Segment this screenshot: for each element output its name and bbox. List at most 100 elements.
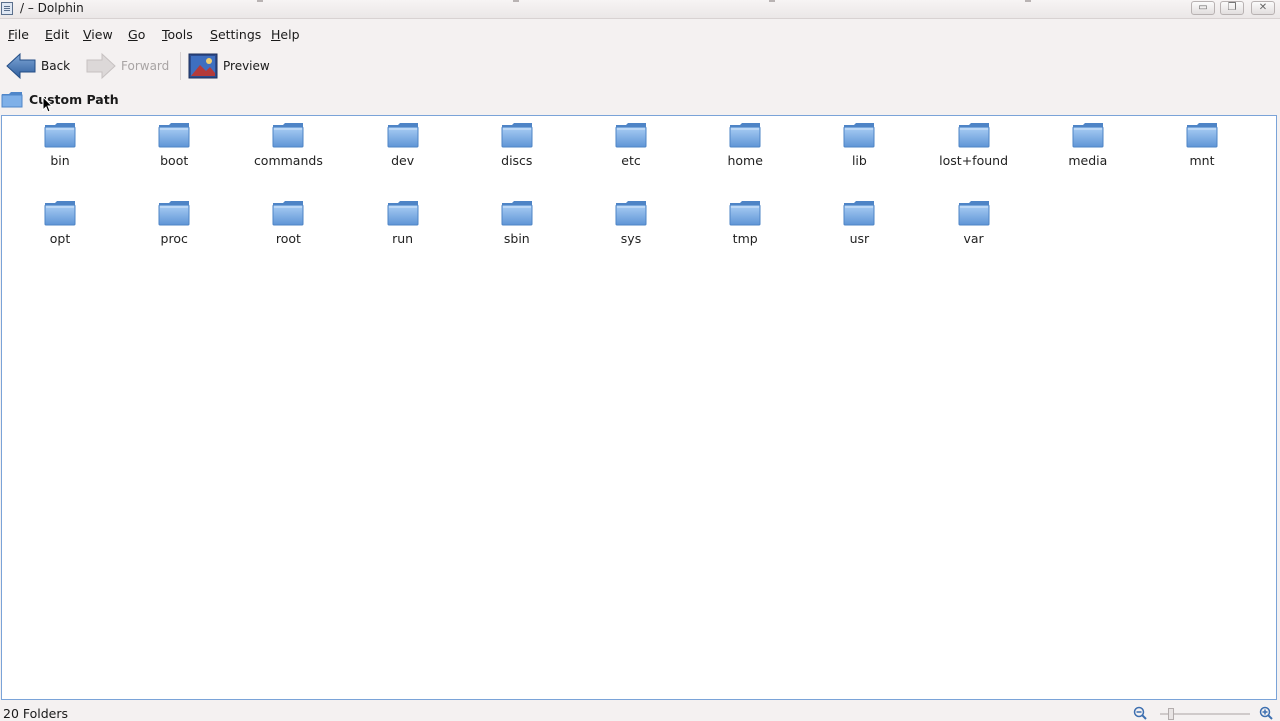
menu-go[interactable]: Go xyxy=(128,27,145,42)
menu-edit[interactable]: Edit xyxy=(45,27,69,42)
menu-file[interactable]: File xyxy=(8,27,29,42)
folder-icon xyxy=(501,123,533,148)
folder-name: var xyxy=(963,231,984,246)
preview-button[interactable]: Preview xyxy=(188,48,270,84)
folder-item[interactable]: media xyxy=(1032,121,1144,168)
folder-name: home xyxy=(727,153,763,168)
folder-icon xyxy=(44,123,76,148)
zoom-out-icon[interactable] xyxy=(1133,706,1147,720)
folder-icon xyxy=(729,123,761,148)
back-label: Back xyxy=(41,59,71,73)
titlebar-grip xyxy=(1025,0,1031,2)
location-bar[interactable]: Custom Path xyxy=(0,88,1280,112)
maximize-button[interactable]: ❐ xyxy=(1220,1,1244,15)
folder-icon xyxy=(272,123,304,148)
folder-item[interactable]: home xyxy=(689,121,801,168)
folder-name: lib xyxy=(851,153,867,168)
menu-tools[interactable]: Tools xyxy=(162,27,193,42)
preview-icon xyxy=(188,53,218,79)
arrow-left-icon xyxy=(6,52,36,80)
titlebar-grip xyxy=(769,0,775,2)
titlebar-grip xyxy=(513,0,519,2)
toolbar-separator xyxy=(180,52,181,80)
folder-name: commands xyxy=(253,153,323,168)
forward-button[interactable]: Forward xyxy=(85,48,169,84)
folder-item[interactable]: opt xyxy=(4,199,116,246)
folder-item[interactable]: lib xyxy=(803,121,915,168)
folder-name: dev xyxy=(391,153,415,168)
folder-icon xyxy=(958,123,990,148)
status-bar: 20 Folders xyxy=(0,702,1280,721)
menu-mnemonic: V xyxy=(83,27,92,42)
folder-item[interactable]: discs xyxy=(461,121,573,168)
folder-name: root xyxy=(275,231,301,246)
menu-mnemonic: E xyxy=(45,27,53,42)
folder-icon xyxy=(272,201,304,226)
folder-icon xyxy=(501,201,533,226)
folder-item[interactable]: var xyxy=(918,199,1030,246)
folder-item[interactable]: boot xyxy=(118,121,230,168)
folder-item[interactable]: sys xyxy=(575,199,687,246)
folder-icon xyxy=(1186,123,1218,148)
menu-mnemonic: T xyxy=(162,27,168,42)
folder-icon xyxy=(387,123,419,148)
folder-item[interactable]: usr xyxy=(803,199,915,246)
file-view[interactable]: bin boot commands dev discs etc home lib lost+fo… xyxy=(1,115,1277,700)
dolphin-app-icon[interactable] xyxy=(1,2,13,15)
mouse-cursor-icon xyxy=(42,96,54,113)
status-text: 20 Folders xyxy=(3,706,69,721)
folder-name: usr xyxy=(849,231,870,246)
folder-icon xyxy=(615,201,647,226)
folder-name: mnt xyxy=(1189,153,1215,168)
folder-item[interactable]: bin xyxy=(4,121,116,168)
folder-item[interactable]: commands xyxy=(232,121,344,168)
menu-mnemonic: F xyxy=(8,27,15,42)
folder-name: tmp xyxy=(732,231,758,246)
main-toolbar: Back Forward Preview xyxy=(0,48,1280,84)
zoom-slider-handle[interactable] xyxy=(1168,708,1174,720)
folder-name: run xyxy=(392,231,414,246)
folder-icon xyxy=(843,123,875,148)
menu-view[interactable]: View xyxy=(83,27,113,42)
folder-name: sbin xyxy=(503,231,530,246)
close-icon: ✕ xyxy=(1258,2,1268,13)
menu-mnemonic: S xyxy=(210,27,218,42)
folder-item[interactable]: run xyxy=(347,199,459,246)
folder-name: discs xyxy=(501,153,533,168)
folder-icon xyxy=(158,123,190,148)
menu-mnemonic: G xyxy=(128,27,138,42)
folder-name: sys xyxy=(620,231,642,246)
forward-label: Forward xyxy=(121,59,170,73)
folder-item[interactable]: mnt xyxy=(1146,121,1258,168)
restore-icon: ❐ xyxy=(1227,2,1237,13)
menu-settings[interactable]: Settings xyxy=(210,27,261,42)
titlebar-grip xyxy=(257,0,263,2)
folder-item[interactable]: root xyxy=(232,199,344,246)
close-button[interactable]: ✕ xyxy=(1251,1,1275,15)
back-button[interactable]: Back xyxy=(5,48,70,84)
zoom-in-icon[interactable] xyxy=(1259,706,1273,720)
folder-item[interactable]: dev xyxy=(347,121,459,168)
folder-name: lost+found xyxy=(939,153,1009,168)
folder-item[interactable]: sbin xyxy=(461,199,573,246)
folder-name: bin xyxy=(50,153,70,168)
arrow-right-icon xyxy=(86,52,116,80)
menu-help[interactable]: Help xyxy=(271,27,300,42)
folder-icon xyxy=(615,123,647,148)
folder-icon xyxy=(1072,123,1104,148)
folder-item[interactable]: tmp xyxy=(689,199,801,246)
folder-item[interactable]: proc xyxy=(118,199,230,246)
preview-label: Preview xyxy=(223,59,270,73)
folder-item[interactable]: etc xyxy=(575,121,687,168)
folder-name: etc xyxy=(621,153,641,168)
menu-bar: File Edit View Go Tools Settings Help xyxy=(0,24,1280,46)
title-bar: / – Dolphin ▭ ❐ ✕ xyxy=(0,0,1280,19)
folder-name: opt xyxy=(49,231,71,246)
folder-name: proc xyxy=(160,231,188,246)
minimize-button[interactable]: ▭ xyxy=(1191,1,1215,15)
folder-icon xyxy=(387,201,419,226)
folder-icon xyxy=(729,201,761,226)
folder-icon xyxy=(843,201,875,226)
folder-item[interactable]: lost+found xyxy=(918,121,1030,168)
folder-icon xyxy=(1,92,23,108)
